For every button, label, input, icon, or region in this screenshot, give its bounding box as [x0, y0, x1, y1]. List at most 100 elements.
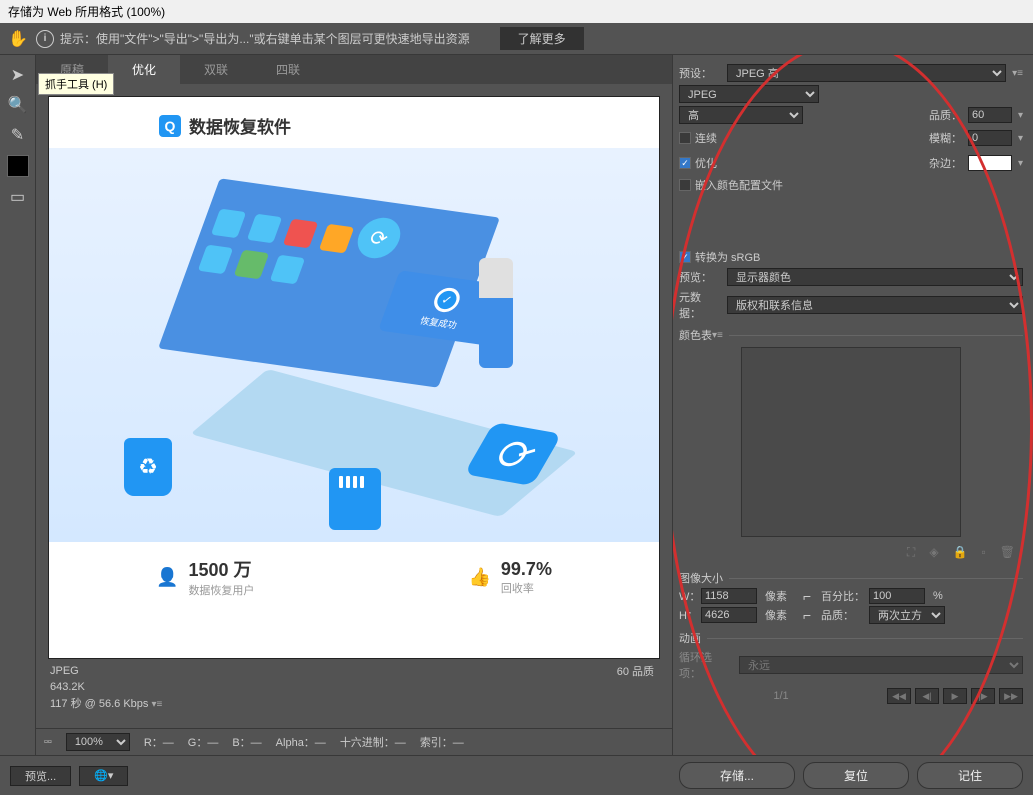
app-logo-text: 数据恢复软件	[189, 113, 291, 138]
check-icon: ✓	[431, 286, 464, 313]
usb-icon	[479, 258, 513, 368]
metadata-select[interactable]: 版权和联系信息	[727, 296, 1023, 314]
color-table-menu-icon[interactable]: ▾≡	[712, 330, 723, 341]
next-frame-button[interactable]: |▶	[971, 688, 995, 704]
first-frame-button[interactable]: ◀◀	[887, 688, 911, 704]
convert-srgb-checkbox[interactable]: ✓	[679, 251, 691, 263]
g-value: G：—	[188, 734, 219, 750]
ct-lock-icon[interactable]: 🔒	[953, 545, 968, 560]
meta-size: 643.2K	[50, 679, 658, 696]
ct-cube-icon[interactable]: ◈	[929, 545, 938, 560]
quality2-label: 品质：	[821, 607, 865, 623]
learn-more-button[interactable]: 了解更多	[500, 27, 584, 50]
sdcard-icon	[329, 468, 381, 530]
metadata-label: 元数据：	[679, 289, 721, 321]
play-button[interactable]: ▶	[943, 688, 967, 704]
meta-menu-icon[interactable]: ▾≡	[151, 699, 162, 710]
last-frame-button[interactable]: ▶▶	[999, 688, 1023, 704]
ct-expand-icon[interactable]: ⛶	[907, 545, 915, 560]
optimize-label: 优化	[695, 155, 717, 171]
preview-canvas[interactable]: Q 数据恢复软件 ⟳ ✓ 恢复成功	[48, 96, 660, 659]
thumbsup-icon: 👍	[468, 567, 490, 588]
hand-tool-icon[interactable]: ✋	[8, 29, 28, 49]
trash-icon: ♻	[124, 438, 172, 496]
animation-title: 动画	[679, 630, 1023, 646]
height-input[interactable]	[701, 607, 757, 623]
stat1-number: 1500 万	[188, 556, 254, 582]
tab-optimized[interactable]: 优化	[108, 55, 180, 84]
matte-dropdown-icon[interactable]: ▾	[1018, 158, 1023, 169]
prev-frame-button[interactable]: ◀|	[915, 688, 939, 704]
stat2-label: 回收率	[501, 580, 552, 596]
link-icon[interactable]: ⌐	[803, 588, 817, 604]
meta-quality: 60 品质	[617, 663, 654, 679]
loop-label: 循环选项：	[679, 649, 733, 681]
stat1-label: 数据恢复用户	[188, 582, 254, 598]
link-icon-2[interactable]: ⌐	[803, 607, 817, 623]
footer: 预览... 🌐▾ 存储... 复位 记住	[0, 755, 1033, 795]
progressive-checkbox[interactable]	[679, 132, 691, 144]
progressive-label: 连续	[695, 130, 717, 146]
w-label: W：	[679, 588, 697, 604]
app-logo-icon: Q	[159, 115, 181, 137]
preset-select[interactable]: JPEG 高	[727, 64, 1006, 82]
matte-color-well[interactable]	[968, 155, 1012, 171]
hint-bar: ✋ i 提示：使用"文件">"导出">"导出为..."或右键单击某个图层可更快速…	[0, 23, 1033, 55]
notif-text: 恢复成功	[419, 313, 460, 331]
ct-new-icon[interactable]: ▫	[982, 545, 986, 560]
px-label-2: 像素	[765, 607, 799, 623]
tooltip: 抓手工具 (H)	[38, 73, 114, 95]
percent-input[interactable]	[869, 588, 925, 604]
quality-preset-select[interactable]: 高	[679, 106, 803, 124]
pointer-tool[interactable]: ➤	[4, 61, 32, 89]
percent-label: 百分比：	[821, 588, 865, 604]
window-title: 存储为 Web 所用格式 (100%)	[0, 0, 1033, 23]
nav-squares[interactable]: ▫▫	[44, 736, 52, 748]
matte-label: 杂边：	[929, 155, 962, 171]
zoom-tool[interactable]: 🔍	[4, 91, 32, 119]
stat2-number: 99.7%	[501, 559, 552, 580]
blur-dropdown-icon[interactable]: ▾	[1018, 133, 1023, 144]
width-input[interactable]	[701, 588, 757, 604]
preset-menu-icon[interactable]: ▾≡	[1012, 68, 1023, 79]
remember-button[interactable]: 记住	[917, 762, 1023, 789]
slice-tool[interactable]: ▭	[4, 183, 32, 211]
hint-text: 提示：使用"文件">"导出">"导出为..."或右键单击某个图层可更快速地导出资…	[60, 30, 470, 47]
resample-select[interactable]: 两次立方	[869, 606, 945, 624]
ct-trash-icon[interactable]: 🗑	[1000, 545, 1015, 560]
blur-input[interactable]	[968, 130, 1012, 146]
quality-input[interactable]	[968, 107, 1012, 123]
index-value: 索引：—	[420, 734, 464, 750]
convert-srgb-label: 转换为 sRGB	[695, 249, 760, 265]
reset-button[interactable]: 复位	[803, 762, 909, 789]
user-icon: 👤	[156, 567, 178, 588]
meta-format: JPEG	[50, 663, 658, 680]
optimize-checkbox[interactable]: ✓	[679, 157, 691, 169]
meta-time: 117 秒 @ 56.6 Kbps	[50, 698, 148, 710]
b-value: B：—	[232, 734, 261, 750]
view-tabs: 抓手工具 (H) 原稿 优化 双联 四联	[36, 55, 672, 84]
foreground-color[interactable]	[7, 155, 29, 177]
color-table	[741, 347, 961, 537]
percent-unit: %	[933, 590, 947, 602]
px-label-1: 像素	[765, 588, 799, 604]
hex-value: 十六进制：—	[340, 734, 406, 750]
tab-4up[interactable]: 四联	[252, 55, 324, 84]
settings-panel: 预设： JPEG 高 ▾≡ JPEG 高 品质： ▾ 连续 模糊： ▾	[672, 55, 1033, 755]
format-select[interactable]: JPEG	[679, 85, 819, 103]
h-label: H：	[679, 607, 697, 623]
save-button[interactable]: 存储...	[679, 762, 795, 789]
preview-label: 预览：	[679, 269, 721, 285]
zoom-select[interactable]: 100%	[66, 733, 130, 751]
image-size-title: 图像大小	[679, 570, 1023, 586]
embed-profile-label: 嵌入颜色配置文件	[695, 177, 783, 193]
preview-select[interactable]: 显示器颜色	[727, 268, 1023, 286]
quality-dropdown-icon[interactable]: ▾	[1018, 110, 1023, 121]
color-table-title: 颜色表 ▾≡	[679, 327, 1023, 343]
eyedropper-tool[interactable]: ✎	[4, 121, 32, 149]
embed-profile-checkbox[interactable]	[679, 179, 691, 191]
r-value: R：—	[144, 734, 174, 750]
status-bar: ▫▫ 100% R：— G：— B：— Alpha：— 十六进制：— 索引：—	[36, 728, 672, 755]
preview-meta: JPEG 643.2K 117 秒 @ 56.6 Kbps ▾≡ 60 品质	[48, 659, 660, 717]
tab-2up[interactable]: 双联	[180, 55, 252, 84]
